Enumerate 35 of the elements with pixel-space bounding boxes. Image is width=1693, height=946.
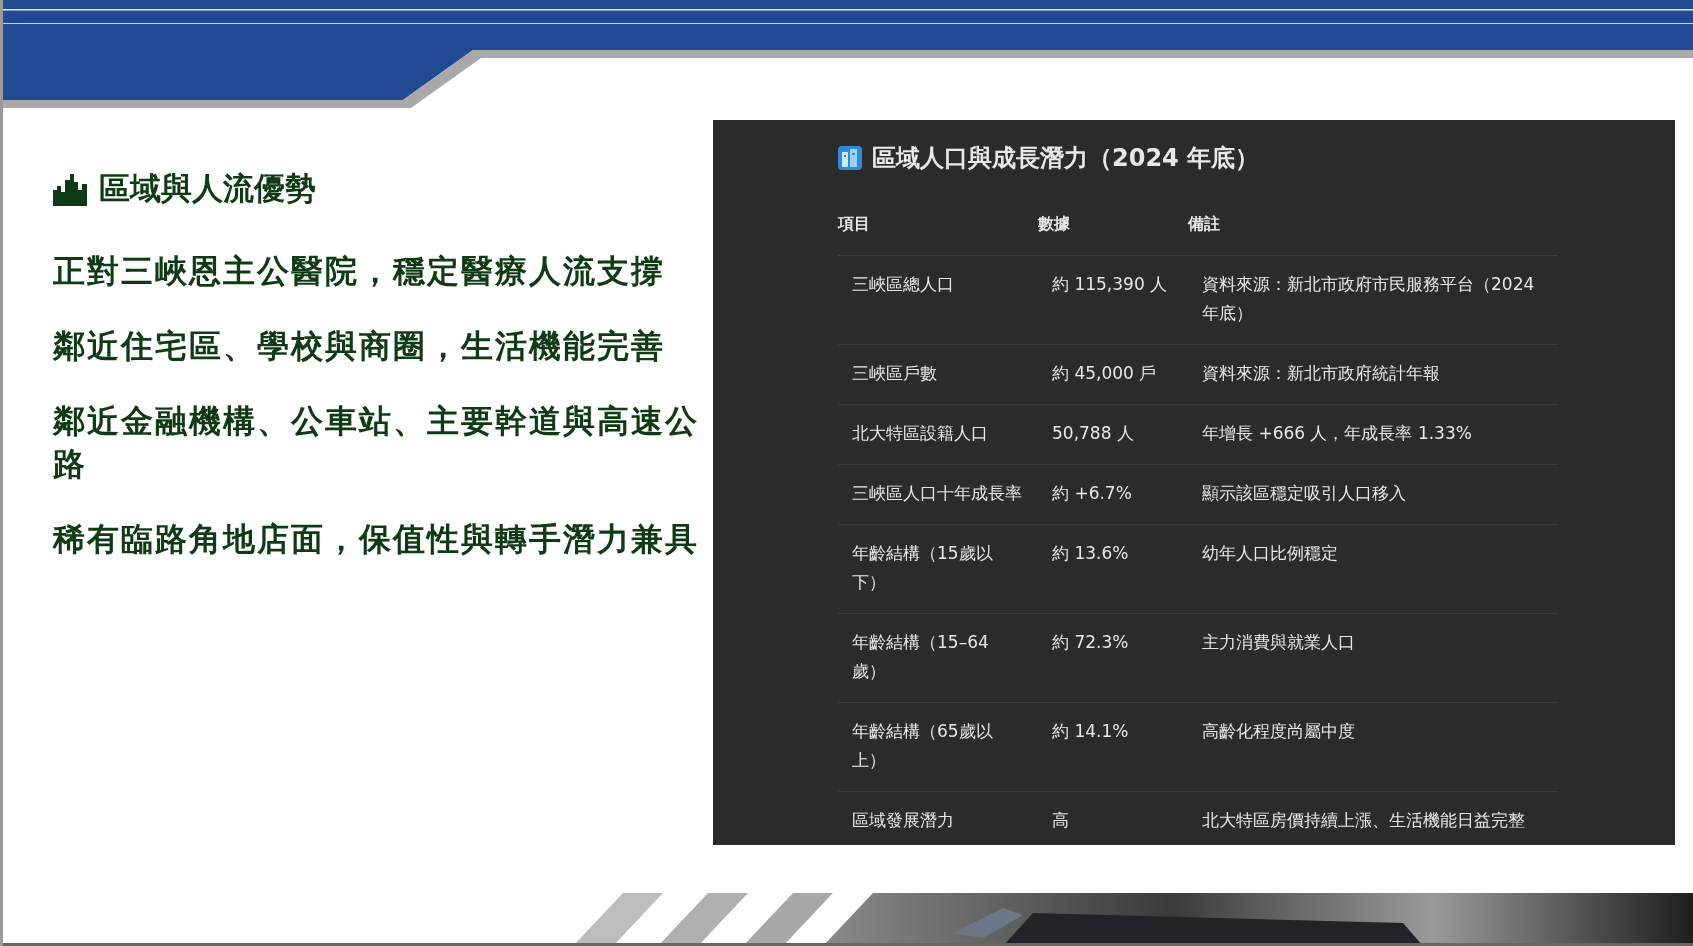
bullet-text: 鄰近住宅區、學校與商圈，生活機能完善 xyxy=(53,326,666,367)
table-cell: 資料來源：新北市政府市民服務平台（2024 年底） xyxy=(1202,274,1535,323)
bullet-text: 稀有臨路角地店面，保值性與轉手潛力兼具 xyxy=(53,519,700,560)
table-cell: 幼年人口比例穩定 xyxy=(1202,543,1338,563)
table-cell: 主力消費與就業人口 xyxy=(1202,632,1355,652)
table-cell: 資料來源：新北市政府統計年報 xyxy=(1202,363,1440,383)
table-cell: 年齡結構（65歲以上） xyxy=(852,721,993,770)
column-header: 數據 xyxy=(1038,214,1070,235)
table-cell: 50,788 人 xyxy=(1052,423,1134,443)
table-cell: 區域發展潛力 xyxy=(852,810,954,830)
table-cell: 約 115,390 人 xyxy=(1052,274,1168,294)
table-cell: 高齡化程度尚屬中度 xyxy=(1202,721,1355,741)
bullet-text: 鄰近金融機構、公車站、主要幹道與高速公路 xyxy=(53,401,700,485)
column-header: 項目 xyxy=(838,214,870,235)
table-cell: 北大特區設籍人口 xyxy=(852,423,988,443)
table-cell: 年齡結構（15–64 歲） xyxy=(852,632,989,681)
table-cell: 約 14.1% xyxy=(1052,721,1129,741)
table-cell: 年齡結構（15歲以下） xyxy=(852,543,993,592)
table-cell: 高 xyxy=(1052,810,1069,830)
bullet-text: 正對三峽恩主公醫院，穩定醫療人流支撐 xyxy=(53,251,666,292)
table-cell: 三峽區總人口 xyxy=(852,274,954,294)
table-cell: 三峽區人口十年成長率 xyxy=(852,483,1022,503)
table-cell: 約 13.6% xyxy=(1052,543,1129,563)
table-title: 區域人口與成長潛力（2024 年底） xyxy=(872,143,1260,174)
column-header: 備註 xyxy=(1188,214,1220,235)
table-cell: 顯示該區穩定吸引人口移入 xyxy=(1202,483,1406,503)
table-cell: 約 72.3% xyxy=(1052,632,1129,652)
table-cell: 年增長 +666 人，年成長率 1.33% xyxy=(1202,423,1472,443)
table-cell: 三峽區戶數 xyxy=(852,363,937,383)
buildings-icon xyxy=(838,146,862,170)
section-heading: 區域與人流優勢 xyxy=(99,169,316,208)
table-cell: 約 +6.7% xyxy=(1052,483,1132,503)
city-icon xyxy=(53,172,89,206)
table-cell: 約 45,000 戶 xyxy=(1052,363,1157,383)
table-cell: 北大特區房價持續上漲、生活機能日益完整 xyxy=(1202,810,1525,830)
